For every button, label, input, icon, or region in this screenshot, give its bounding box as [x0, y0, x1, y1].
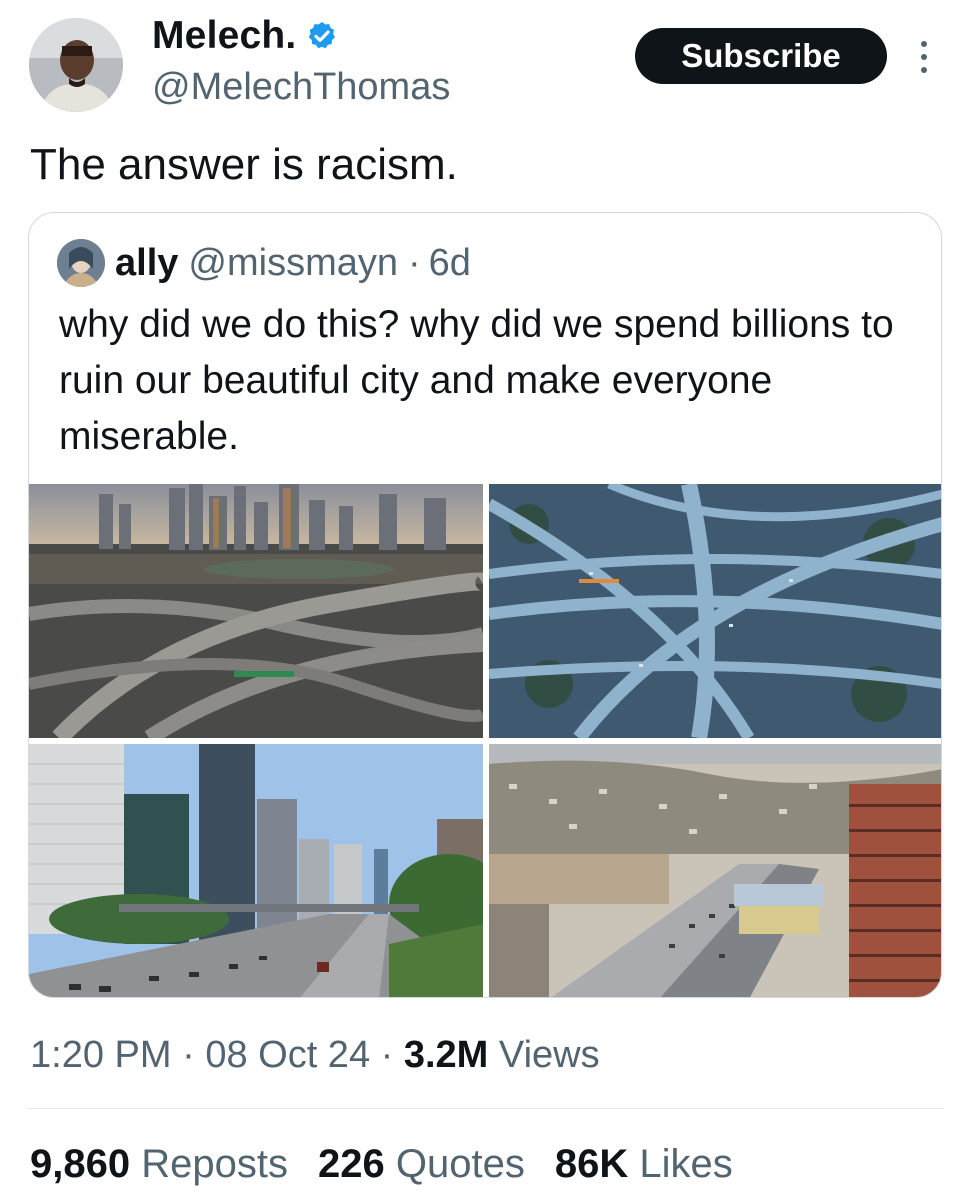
tweet-text: The answer is racism. [30, 140, 458, 189]
author-name-row: Melech. [152, 14, 338, 58]
quoted-age: 6d [428, 241, 471, 284]
divider [28, 1108, 944, 1109]
tweet-date[interactable]: 08 Oct 24 [205, 1034, 370, 1076]
likes-count: 86K [554, 1142, 629, 1186]
quoted-header: ally @missmayn · 6d [57, 239, 471, 287]
more-options-icon[interactable] [914, 38, 934, 76]
views-label: Views [498, 1034, 600, 1076]
photo-downtown-interchange[interactable] [29, 484, 483, 738]
reposts-count: 9,860 [30, 1142, 131, 1186]
quoted-tweet[interactable]: ally @missmayn · 6d why did we do this? … [28, 212, 942, 998]
verified-badge-icon [309, 22, 336, 49]
tweet-time[interactable]: 1:20 PM [30, 1034, 172, 1076]
quoted-photo-grid [29, 484, 941, 997]
quotes-label: Quotes [395, 1142, 525, 1186]
quoted-handle[interactable]: @missmayn [188, 242, 398, 285]
author-avatar[interactable] [29, 18, 123, 112]
subscribe-button[interactable]: Subscribe [635, 28, 887, 84]
author-handle[interactable]: @MelechThomas [152, 66, 450, 109]
quoted-separator: · [407, 241, 421, 284]
quoted-display-name[interactable]: ally [115, 242, 178, 285]
meta-separator: · [380, 1034, 394, 1076]
photo-freeway-hillside[interactable] [489, 744, 941, 997]
meta-separator: · [182, 1034, 195, 1076]
reposts-stat[interactable]: 9,860 Reposts [30, 1142, 288, 1187]
quoted-avatar[interactable] [57, 239, 105, 287]
engagement-stats: 9,860 Reposts 226 Quotes 86K Likes [30, 1142, 763, 1187]
reposts-label: Reposts [141, 1142, 288, 1186]
author-display-name[interactable]: Melech. [152, 14, 296, 58]
likes-label: Likes [639, 1142, 733, 1186]
photo-aerial-interchange[interactable] [489, 484, 941, 738]
quotes-stat[interactable]: 226 Quotes [318, 1142, 525, 1187]
tweet-meta: 1:20 PM · 08 Oct 24 · 3.2M Views [30, 1034, 600, 1077]
quotes-count: 226 [317, 1142, 385, 1186]
quoted-text: why did we do this? why did we spend bil… [59, 303, 894, 458]
photo-freeway-downtown[interactable] [29, 744, 483, 997]
views-count: 3.2M [403, 1034, 489, 1076]
likes-stat[interactable]: 86K Likes [555, 1142, 733, 1187]
